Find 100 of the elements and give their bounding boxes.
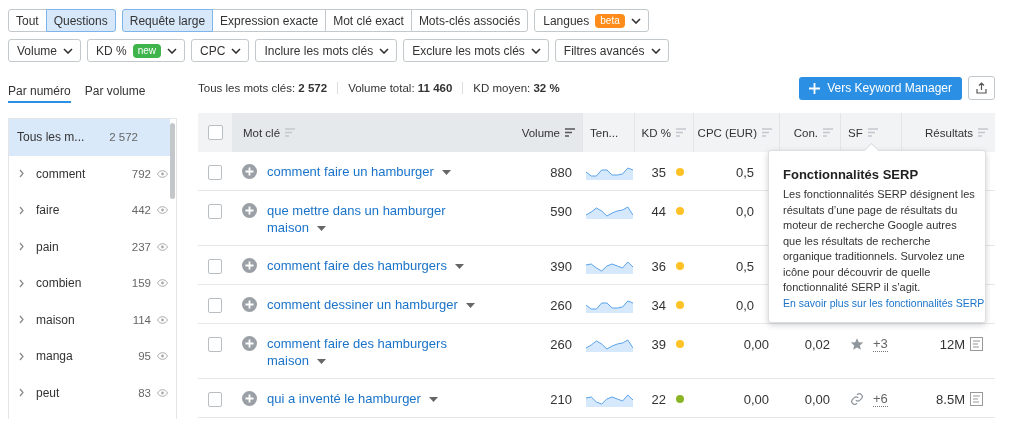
match-type-tab[interactable]: Questions xyxy=(45,9,116,32)
eye-icon[interactable] xyxy=(157,242,168,251)
column-header[interactable]: Ten... xyxy=(590,126,619,139)
match-type-tab[interactable]: Mot clé exact xyxy=(325,9,412,32)
keyword-link[interactable]: comment faire un hamburger xyxy=(267,163,451,180)
trend-sparkline xyxy=(586,336,633,352)
eye-icon[interactable] xyxy=(157,388,168,397)
keyword-link[interactable]: comment dessiner un hamburger xyxy=(267,296,475,313)
keyword-group-item[interactable]: combien 159 xyxy=(9,265,176,302)
sort-icon[interactable] xyxy=(565,128,575,137)
filter-dropdown[interactable]: Filtres avancés xyxy=(554,39,669,62)
more-features-link[interactable]: +6 xyxy=(873,391,888,407)
keyword-group-item[interactable]: comment 792 xyxy=(9,155,176,192)
tooltip-title: Fonctionnalités SERP xyxy=(783,167,920,182)
group-label: pain xyxy=(36,239,60,254)
summary-stat: Volume total: 11 460 xyxy=(337,82,463,94)
results-value: 12M xyxy=(939,336,965,352)
export-button[interactable] xyxy=(968,76,995,100)
filter-dropdown[interactable]: Inclure les mots clés xyxy=(255,39,398,62)
row-checkbox[interactable] xyxy=(208,164,222,180)
keyword-group-item[interactable]: pain 237 xyxy=(9,228,176,265)
keyword-group-item[interactable]: maison 114 xyxy=(9,301,176,338)
match-type-tab[interactable]: Tout xyxy=(8,9,47,32)
column-header[interactable]: Volume xyxy=(521,126,560,139)
more-features-link[interactable]: +3 xyxy=(873,336,888,352)
caret-icon[interactable] xyxy=(316,226,326,232)
serp-snapshot-icon[interactable] xyxy=(970,392,983,406)
grouping-tab[interactable]: Par numéro xyxy=(8,79,71,103)
learn-more-link[interactable]: En savoir plus sur les fonctionnalités SERP xyxy=(783,295,985,311)
caret-icon[interactable] xyxy=(316,359,326,365)
keyword-group-item[interactable]: manga 95 xyxy=(9,338,176,375)
languages-dropdown[interactable]: Langues beta xyxy=(534,9,649,32)
eye-icon[interactable] xyxy=(157,169,168,178)
keyword-group-item[interactable]: Tous les m... 2 572 xyxy=(9,119,170,156)
add-icon[interactable] xyxy=(242,336,257,351)
keyword-group-item[interactable]: faire 442 xyxy=(9,192,176,229)
eye-icon[interactable] xyxy=(157,352,168,361)
scrollbar-thumb[interactable] xyxy=(170,123,175,199)
chevron-right-icon[interactable] xyxy=(19,278,24,288)
keyword-link[interactable]: comment faire des hamburgers maison xyxy=(267,335,477,369)
cpc-value: 0,5 xyxy=(736,258,755,274)
link-icon[interactable] xyxy=(850,392,864,406)
keyword-link[interactable]: que mettre dans un hamburger maison xyxy=(267,202,477,236)
add-icon[interactable] xyxy=(242,164,257,179)
chevron-right-icon[interactable] xyxy=(19,388,24,398)
filter-dropdown[interactable]: Exclure les mots clés xyxy=(403,39,549,62)
chevron-right-icon[interactable] xyxy=(19,351,24,361)
eye-icon[interactable] xyxy=(157,279,168,288)
eye-icon[interactable] xyxy=(157,206,168,215)
chevron-right-icon[interactable] xyxy=(19,315,24,325)
caret-icon[interactable] xyxy=(441,170,451,176)
column-header[interactable]: CPC (EUR) xyxy=(697,126,757,139)
group-count: 83 xyxy=(137,386,151,399)
row-checkbox[interactable] xyxy=(208,336,222,352)
chevron-right-icon[interactable] xyxy=(19,205,24,215)
dropdown-label: CPC xyxy=(200,43,226,58)
keyword-group-item[interactable]: peut 83 xyxy=(9,374,176,411)
chevron-right-icon[interactable] xyxy=(19,169,24,179)
column-header[interactable]: SF xyxy=(848,126,863,139)
trend-sparkline xyxy=(586,258,633,274)
match-type-tab[interactable]: Requête large xyxy=(121,9,214,32)
add-icon[interactable] xyxy=(242,297,257,312)
trend-sparkline xyxy=(586,297,633,313)
match-type-tab[interactable]: Expression exacte xyxy=(212,9,327,32)
column-header[interactable]: Con. xyxy=(793,126,818,139)
beta-badge: beta xyxy=(595,13,625,28)
match-type-tab[interactable]: Mots-clés associés xyxy=(410,9,529,32)
column-header[interactable]: Résultats xyxy=(925,126,973,139)
chevron-down-icon xyxy=(650,47,661,54)
filter-dropdown[interactable]: Volume xyxy=(8,39,82,62)
row-checkbox[interactable] xyxy=(208,203,222,219)
row-checkbox[interactable] xyxy=(208,258,222,274)
cpc-value: 0,0 xyxy=(736,297,755,313)
chevron-right-icon[interactable] xyxy=(19,242,24,252)
group-label: maison xyxy=(36,312,76,327)
grouping-tab[interactable]: Par volume xyxy=(84,79,146,103)
star-icon[interactable] xyxy=(850,337,864,351)
kd-value: 22 xyxy=(651,391,666,407)
add-icon[interactable] xyxy=(242,391,257,406)
row-checkbox[interactable] xyxy=(208,297,222,313)
caret-icon[interactable] xyxy=(454,264,464,270)
group-count: 114 xyxy=(131,313,151,326)
add-icon[interactable] xyxy=(242,258,257,273)
kd-value: 35 xyxy=(651,164,666,180)
keyword-link[interactable]: comment faire des hamburgers xyxy=(267,257,464,274)
eye-icon[interactable] xyxy=(157,315,168,324)
group-count: 95 xyxy=(137,350,151,363)
keyword-link[interactable]: qui a inventé le hamburger xyxy=(267,390,438,407)
serp-snapshot-icon[interactable] xyxy=(970,337,983,351)
kd-value: 34 xyxy=(651,297,666,313)
dropdown-label: KD % xyxy=(96,43,127,58)
filter-dropdown[interactable]: CPC xyxy=(191,39,250,62)
filter-dropdown[interactable]: KD % new xyxy=(87,39,186,62)
caret-icon[interactable] xyxy=(465,303,475,309)
caret-icon[interactable] xyxy=(428,397,438,403)
row-checkbox[interactable] xyxy=(208,391,222,407)
column-header[interactable]: Mot clé xyxy=(243,126,281,139)
add-icon[interactable] xyxy=(242,203,257,218)
column-header[interactable]: KD % xyxy=(641,126,671,139)
select-all-checkbox[interactable] xyxy=(207,125,223,140)
